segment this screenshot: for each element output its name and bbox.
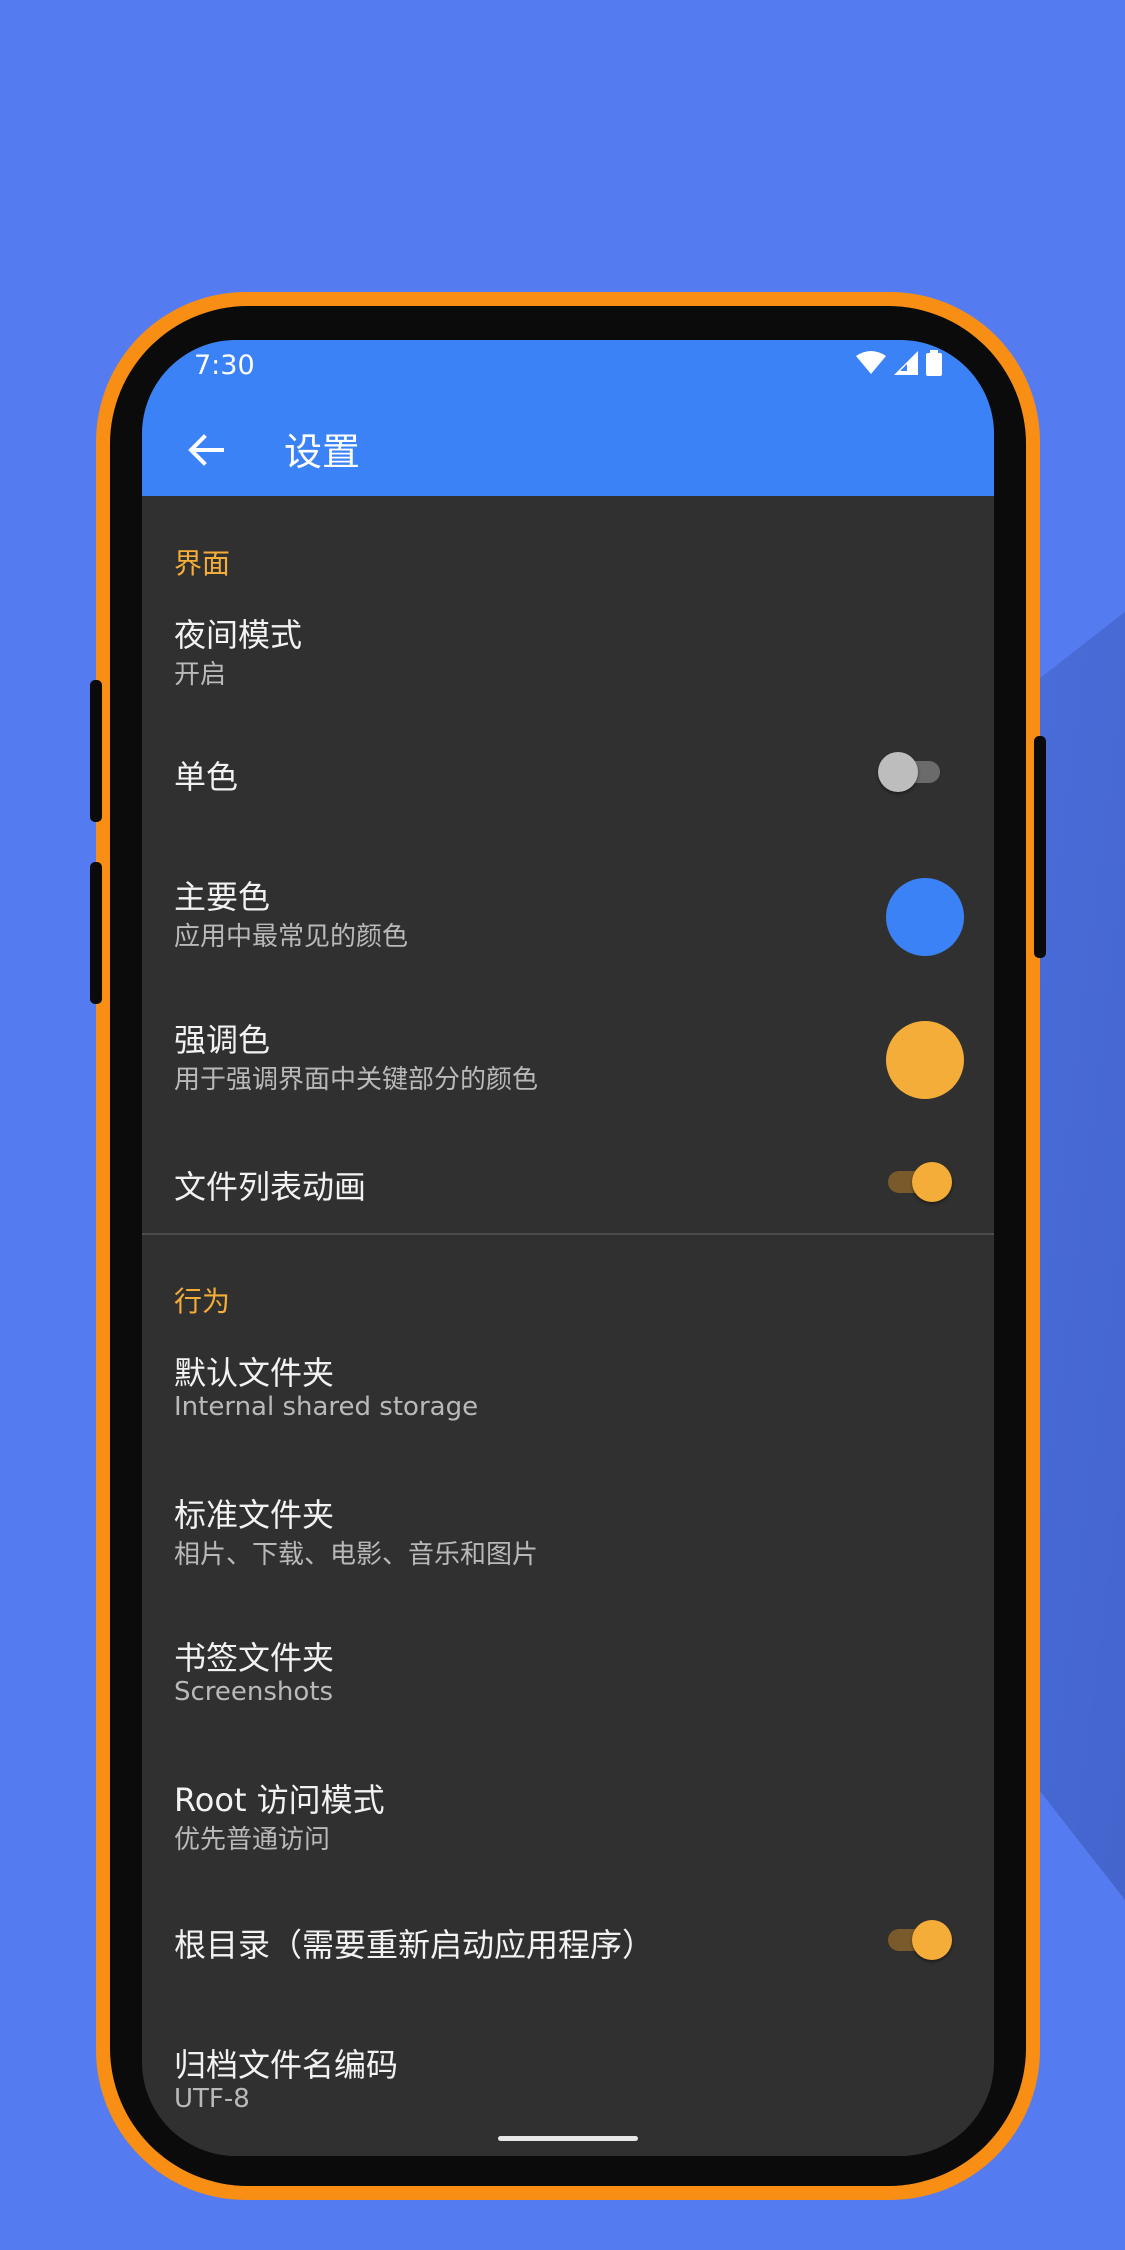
pref-summary: 用于强调界面中关键部分的颜色 [174, 1065, 539, 1095]
app-bar: 7:30 设置 [142, 340, 994, 496]
pref-root-directory[interactable]: 根目录（需要重新启动应用程序） [142, 1898, 994, 1998]
pref-title: 主要色 [174, 878, 271, 916]
volume-up-button [90, 680, 102, 822]
monochrome-switch[interactable] [878, 752, 942, 792]
pref-title: 根目录（需要重新启动应用程序） [174, 1926, 655, 1964]
pref-title: 夜间模式 [174, 616, 303, 654]
status-icons [856, 350, 942, 380]
pref-accent-color[interactable]: 强调色 用于强调界面中关键部分的颜色 [142, 1015, 994, 1125]
pref-monochrome[interactable]: 单色 [142, 740, 994, 840]
pref-summary: 相片、下载、电影、音乐和图片 [174, 1540, 539, 1570]
signal-icon [894, 351, 918, 379]
pref-summary: 优先普通访问 [174, 1825, 331, 1855]
switch-thumb [912, 1162, 952, 1202]
pref-title: 强调色 [174, 1021, 271, 1059]
pref-bookmark-folders[interactable]: 书签文件夹 Screenshots [142, 1633, 994, 1743]
status-time: 7:30 [194, 350, 255, 381]
power-button [1034, 736, 1046, 958]
arrow-back-icon [188, 434, 224, 470]
pref-summary: Screenshots [174, 1677, 334, 1707]
pref-title: Root 访问模式 [174, 1781, 385, 1819]
pref-title: 文件列表动画 [174, 1168, 367, 1206]
pref-summary: Internal shared storage [174, 1392, 479, 1422]
pref-archive-encoding[interactable]: 归档文件名编码 UTF-8 [142, 2040, 994, 2150]
pref-title: 单色 [174, 758, 239, 796]
pref-summary: 开启 [174, 660, 227, 690]
pref-primary-color[interactable]: 主要色 应用中最常见的颜色 [142, 872, 994, 982]
pref-title: 归档文件名编码 [174, 2046, 399, 2084]
root-directory-switch[interactable] [888, 1920, 958, 1960]
pref-summary: 应用中最常见的颜色 [174, 922, 409, 952]
pref-night-mode[interactable]: 夜间模式 开启 [142, 610, 994, 720]
section-divider [142, 1233, 994, 1235]
pref-root-access[interactable]: Root 访问模式 优先普通访问 [142, 1775, 994, 1885]
pref-default-folder[interactable]: 默认文件夹 Internal shared storage [142, 1348, 994, 1458]
pref-file-list-animation[interactable]: 文件列表动画 [142, 1140, 994, 1240]
accent-color-swatch[interactable] [886, 1021, 964, 1099]
pref-summary: UTF-8 [174, 2084, 250, 2114]
pref-title: 默认文件夹 [174, 1354, 335, 1392]
pref-title: 标准文件夹 [174, 1496, 335, 1534]
pref-title: 书签文件夹 [174, 1639, 335, 1677]
switch-thumb [912, 1920, 952, 1960]
pref-standard-folders[interactable]: 标准文件夹 相片、下载、电影、音乐和图片 [142, 1490, 994, 1600]
back-button[interactable] [176, 422, 236, 482]
battery-icon [926, 350, 942, 380]
primary-color-swatch[interactable] [886, 878, 964, 956]
switch-thumb [878, 752, 918, 792]
section-header-interface: 界面 [174, 547, 231, 580]
home-indicator[interactable] [498, 2136, 638, 2141]
volume-down-button [90, 862, 102, 1004]
file-list-animation-switch[interactable] [888, 1162, 958, 1202]
app-screen: 7:30 设置 界面 夜间模式 开启 单色 主要色 应用中最常见的颜色 强调色 … [142, 340, 994, 2156]
section-header-behavior: 行为 [174, 1285, 231, 1318]
wifi-icon [856, 351, 886, 379]
page-title: 设置 [284, 430, 361, 474]
